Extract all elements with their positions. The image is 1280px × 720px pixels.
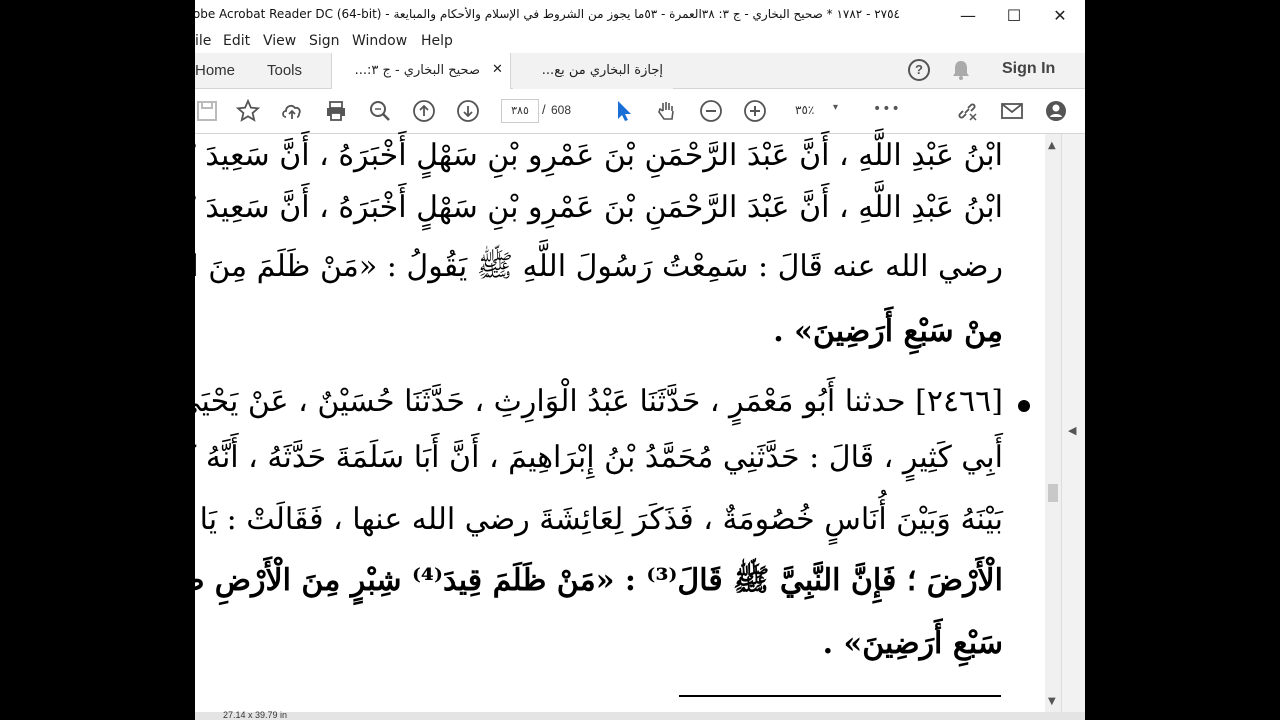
right-pane-collapsed: ◀ (1061, 134, 1085, 714)
menu-help[interactable]: Help (421, 33, 453, 49)
document-tab-label: إجازة البخاري من بع... (541, 63, 663, 78)
close-tab-icon[interactable]: ✕ (492, 62, 503, 77)
maximize-button[interactable]: ☐ (991, 0, 1037, 31)
expand-pane-icon[interactable]: ◀ (1068, 424, 1076, 437)
select-cursor-icon[interactable] (612, 99, 636, 123)
minimize-button[interactable]: — (945, 0, 991, 31)
bookmark-star-icon[interactable] (236, 99, 260, 123)
text-line: سَبْعِ أَرَضِينَ» . (822, 626, 1003, 661)
link-share-icon[interactable] (955, 99, 979, 123)
page-down-icon[interactable] (456, 99, 480, 123)
text-line: الْأَرْضَ ؛ فَإِنَّ النَّبِيَّ ﷺ قَالَ⁽³… (195, 563, 1003, 598)
tab-tools[interactable]: Tools (267, 62, 302, 79)
close-button[interactable]: ✕ (1037, 0, 1083, 31)
mail-icon[interactable] (1000, 99, 1024, 123)
document-tab-active[interactable]: صحيح البخاري - ج ٣:... ✕ (331, 53, 511, 89)
status-bar: 27.14 x 39.79 in (195, 710, 1085, 720)
document-tab-label: صحيح البخاري - ج ٣:... (354, 63, 480, 78)
toolbar: ٣٨٥ / 608 ٣٥٪ ▾ ••• (195, 89, 1085, 134)
menu-window[interactable]: Window (352, 33, 407, 49)
current-page-input[interactable]: ٣٨٥ (501, 99, 539, 123)
menu-edit[interactable]: Edit (223, 33, 250, 49)
page-size-readout: 27.14 x 39.79 in (223, 710, 288, 720)
text-line: ابْنُ عَبْدِ اللَّهِ ، أَنَّ عَبْدَ الرَ… (195, 190, 1003, 225)
total-pages: 608 (551, 103, 572, 117)
user-add-icon[interactable] (1044, 99, 1068, 123)
acrobat-window: ٢٧٥٤ - ١٧٨٢ * صحيح البخاري - ج ٣: ٣٨العم… (195, 0, 1085, 720)
text-line: ابْنُ عَبْدِ اللَّهِ ، أَنَّ عَبْدَ الرَ… (195, 138, 1003, 173)
menu-file[interactable]: ile (195, 33, 211, 49)
page-separator: / (542, 102, 546, 117)
paragraph-bullet-icon (1018, 400, 1030, 412)
menu-sign[interactable]: Sign (309, 33, 340, 49)
page-up-icon[interactable] (412, 99, 436, 123)
window-title: ٢٧٥٤ - ١٧٨٢ * صحيح البخاري - ج ٣: ٣٨العم… (195, 7, 900, 21)
document-tab-inactive[interactable]: إجازة البخاري من بع... (513, 53, 673, 89)
tab-bar: Home Tools صحيح البخاري - ج ٣:... ✕ إجاز… (195, 53, 1085, 89)
text-line: بَيْنَهُ وَبَيْنَ أُنَاسٍ خُصُومَةٌ ، فَ… (195, 502, 1003, 537)
zoom-level-input[interactable]: ٣٥٪ (795, 103, 814, 117)
hand-pan-icon[interactable] (655, 99, 679, 123)
search-zoom-icon[interactable] (368, 99, 392, 123)
text-line: [٢٤٦٦] حدثنا أَبُو مَعْمَرٍ ، حَدَّثَنَا… (195, 384, 1003, 419)
text-line: رضي الله عنه قَالَ : سَمِعْتُ رَسُولَ ال… (195, 249, 1003, 284)
text-line: مِنْ سَبْعِ أَرَضِينَ» . (773, 314, 1003, 349)
document-page[interactable]: ابْنُ عَبْدِ اللَّهِ ، أَنَّ عَبْدَ الرَ… (195, 134, 1045, 714)
print-icon[interactable] (324, 99, 348, 123)
scroll-down-icon[interactable]: ▼ (1048, 696, 1056, 707)
zoom-dropdown-icon[interactable]: ▾ (833, 102, 838, 113)
zoom-in-icon[interactable] (743, 99, 767, 123)
upload-icon[interactable] (280, 99, 304, 123)
scroll-thumb[interactable] (1048, 484, 1058, 502)
help-icon[interactable]: ? (908, 59, 930, 81)
save-icon[interactable] (195, 99, 219, 123)
tab-home[interactable]: Home (195, 62, 235, 79)
menu-view[interactable]: View (263, 33, 296, 49)
sign-in-button[interactable]: Sign In (1002, 60, 1055, 78)
scroll-up-icon[interactable]: ▲ (1048, 140, 1056, 151)
notification-bell-icon[interactable] (951, 59, 971, 81)
title-bar: ٢٧٥٤ - ١٧٨٢ * صحيح البخاري - ج ٣: ٣٨العم… (195, 0, 1085, 31)
vertical-scrollbar[interactable]: ▲ ▼ (1045, 134, 1061, 714)
footnote-divider (679, 695, 1001, 697)
text-line: أَبِي كَثِيرٍ ، قَالَ : حَدَّثَنِي مُحَم… (195, 440, 1003, 475)
zoom-out-icon[interactable] (699, 99, 723, 123)
more-icon[interactable]: ••• (873, 101, 903, 125)
menu-bar: ile Edit View Sign Window Help (195, 31, 1085, 53)
